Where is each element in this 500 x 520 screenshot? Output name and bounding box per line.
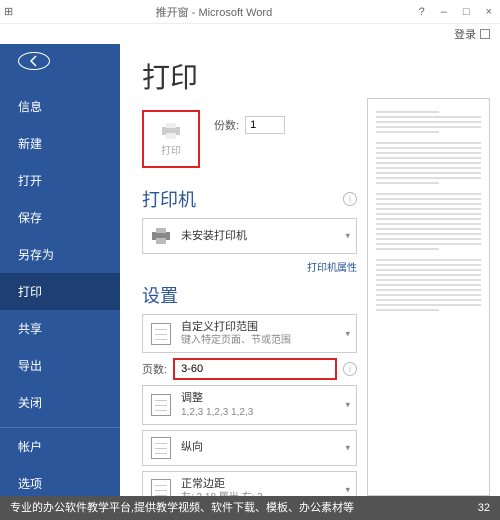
chevron-down-icon: ▾ [345,485,350,496]
printer-select-icon [149,224,173,248]
printer-info-icon[interactable]: i [343,192,357,206]
collate-sub: 1,2,3 1,2,3 1,2,3 [181,406,253,419]
margins-select[interactable]: 正常边距 左: 3.18 厘米 右: 3.… ▾ [142,471,357,496]
orientation-title: 纵向 [181,440,203,454]
footer-text: 专业的办公软件教学平台,提供教学视频、软件下载、模板、办公素材等 [10,496,354,520]
help-button[interactable]: ? [415,6,429,18]
login-icon[interactable] [480,29,490,39]
print-preview [367,98,490,496]
sidebar-item-new[interactable]: 新建 [0,125,120,162]
titlebar: ⊞ 推开窗 - Microsoft Word ? – □ × [0,0,500,24]
printer-icon [160,122,182,140]
collate-icon [149,393,173,417]
print-range-select[interactable]: 自定义打印范围 键入特定页面、节或范围 ▾ [142,314,357,353]
chevron-down-icon: ▾ [345,442,350,453]
margins-icon [149,478,173,496]
collate-title: 调整 [181,391,253,405]
login-link[interactable]: 登录 [454,26,476,42]
print-button-label: 打印 [161,142,181,157]
back-button[interactable] [18,52,50,70]
range-title: 自定义打印范围 [181,320,291,334]
printer-select[interactable]: 未安装打印机 ▾ [142,218,357,254]
close-button[interactable]: × [482,6,496,18]
printer-heading: 打印机 [142,186,196,212]
minimize-button[interactable]: – [437,6,451,18]
pages-info-icon[interactable]: i [343,362,357,376]
login-row: 登录 [0,24,500,44]
sidebar-item-close[interactable]: 关闭 [0,384,120,421]
copies-input[interactable] [245,116,285,134]
orientation-select[interactable]: 纵向 ▾ [142,430,357,466]
app-icon: ⊞ [4,5,13,18]
footer-page: 32 [478,496,490,520]
watermark-footer: 专业的办公软件教学平台,提供教学视频、软件下载、模板、办公素材等 32 [0,496,500,520]
sidebar-item-share[interactable]: 共享 [0,310,120,347]
settings-heading: 设置 [142,282,178,308]
pages-label: 页数: [142,361,167,377]
range-icon [149,322,173,346]
printer-name: 未安装打印机 [181,229,247,243]
collate-select[interactable]: 调整 1,2,3 1,2,3 1,2,3 ▾ [142,385,357,424]
range-sub: 键入特定页面、节或范围 [181,334,291,347]
margins-title: 正常边距 [181,477,275,491]
sidebar-item-account[interactable]: 帐户 [0,428,120,465]
chevron-down-icon: ▾ [345,399,350,410]
sidebar-item-print[interactable]: 打印 [0,273,120,310]
sidebar-item-info[interactable]: 信息 [0,88,120,125]
orientation-icon [149,436,173,460]
sidebar-item-saveas[interactable]: 另存为 [0,236,120,273]
chevron-down-icon: ▾ [345,328,350,339]
chevron-down-icon: ▾ [345,231,350,242]
window-title: 推开窗 - Microsoft Word [13,4,414,20]
print-button[interactable]: 打印 [142,110,200,168]
sidebar-item-save[interactable]: 保存 [0,199,120,236]
pages-input[interactable] [173,358,337,380]
page-title: 打印 [142,56,357,96]
sidebar-item-open[interactable]: 打开 [0,162,120,199]
sidebar-item-export[interactable]: 导出 [0,347,120,384]
sidebar: 信息 新建 打开 保存 另存为 打印 共享 导出 关闭 帐户 选项 [0,44,120,496]
back-arrow-icon [26,53,42,69]
maximize-button[interactable]: □ [459,6,474,18]
copies-label: 份数: [214,117,239,133]
printer-properties-link[interactable]: 打印机属性 [142,259,357,274]
